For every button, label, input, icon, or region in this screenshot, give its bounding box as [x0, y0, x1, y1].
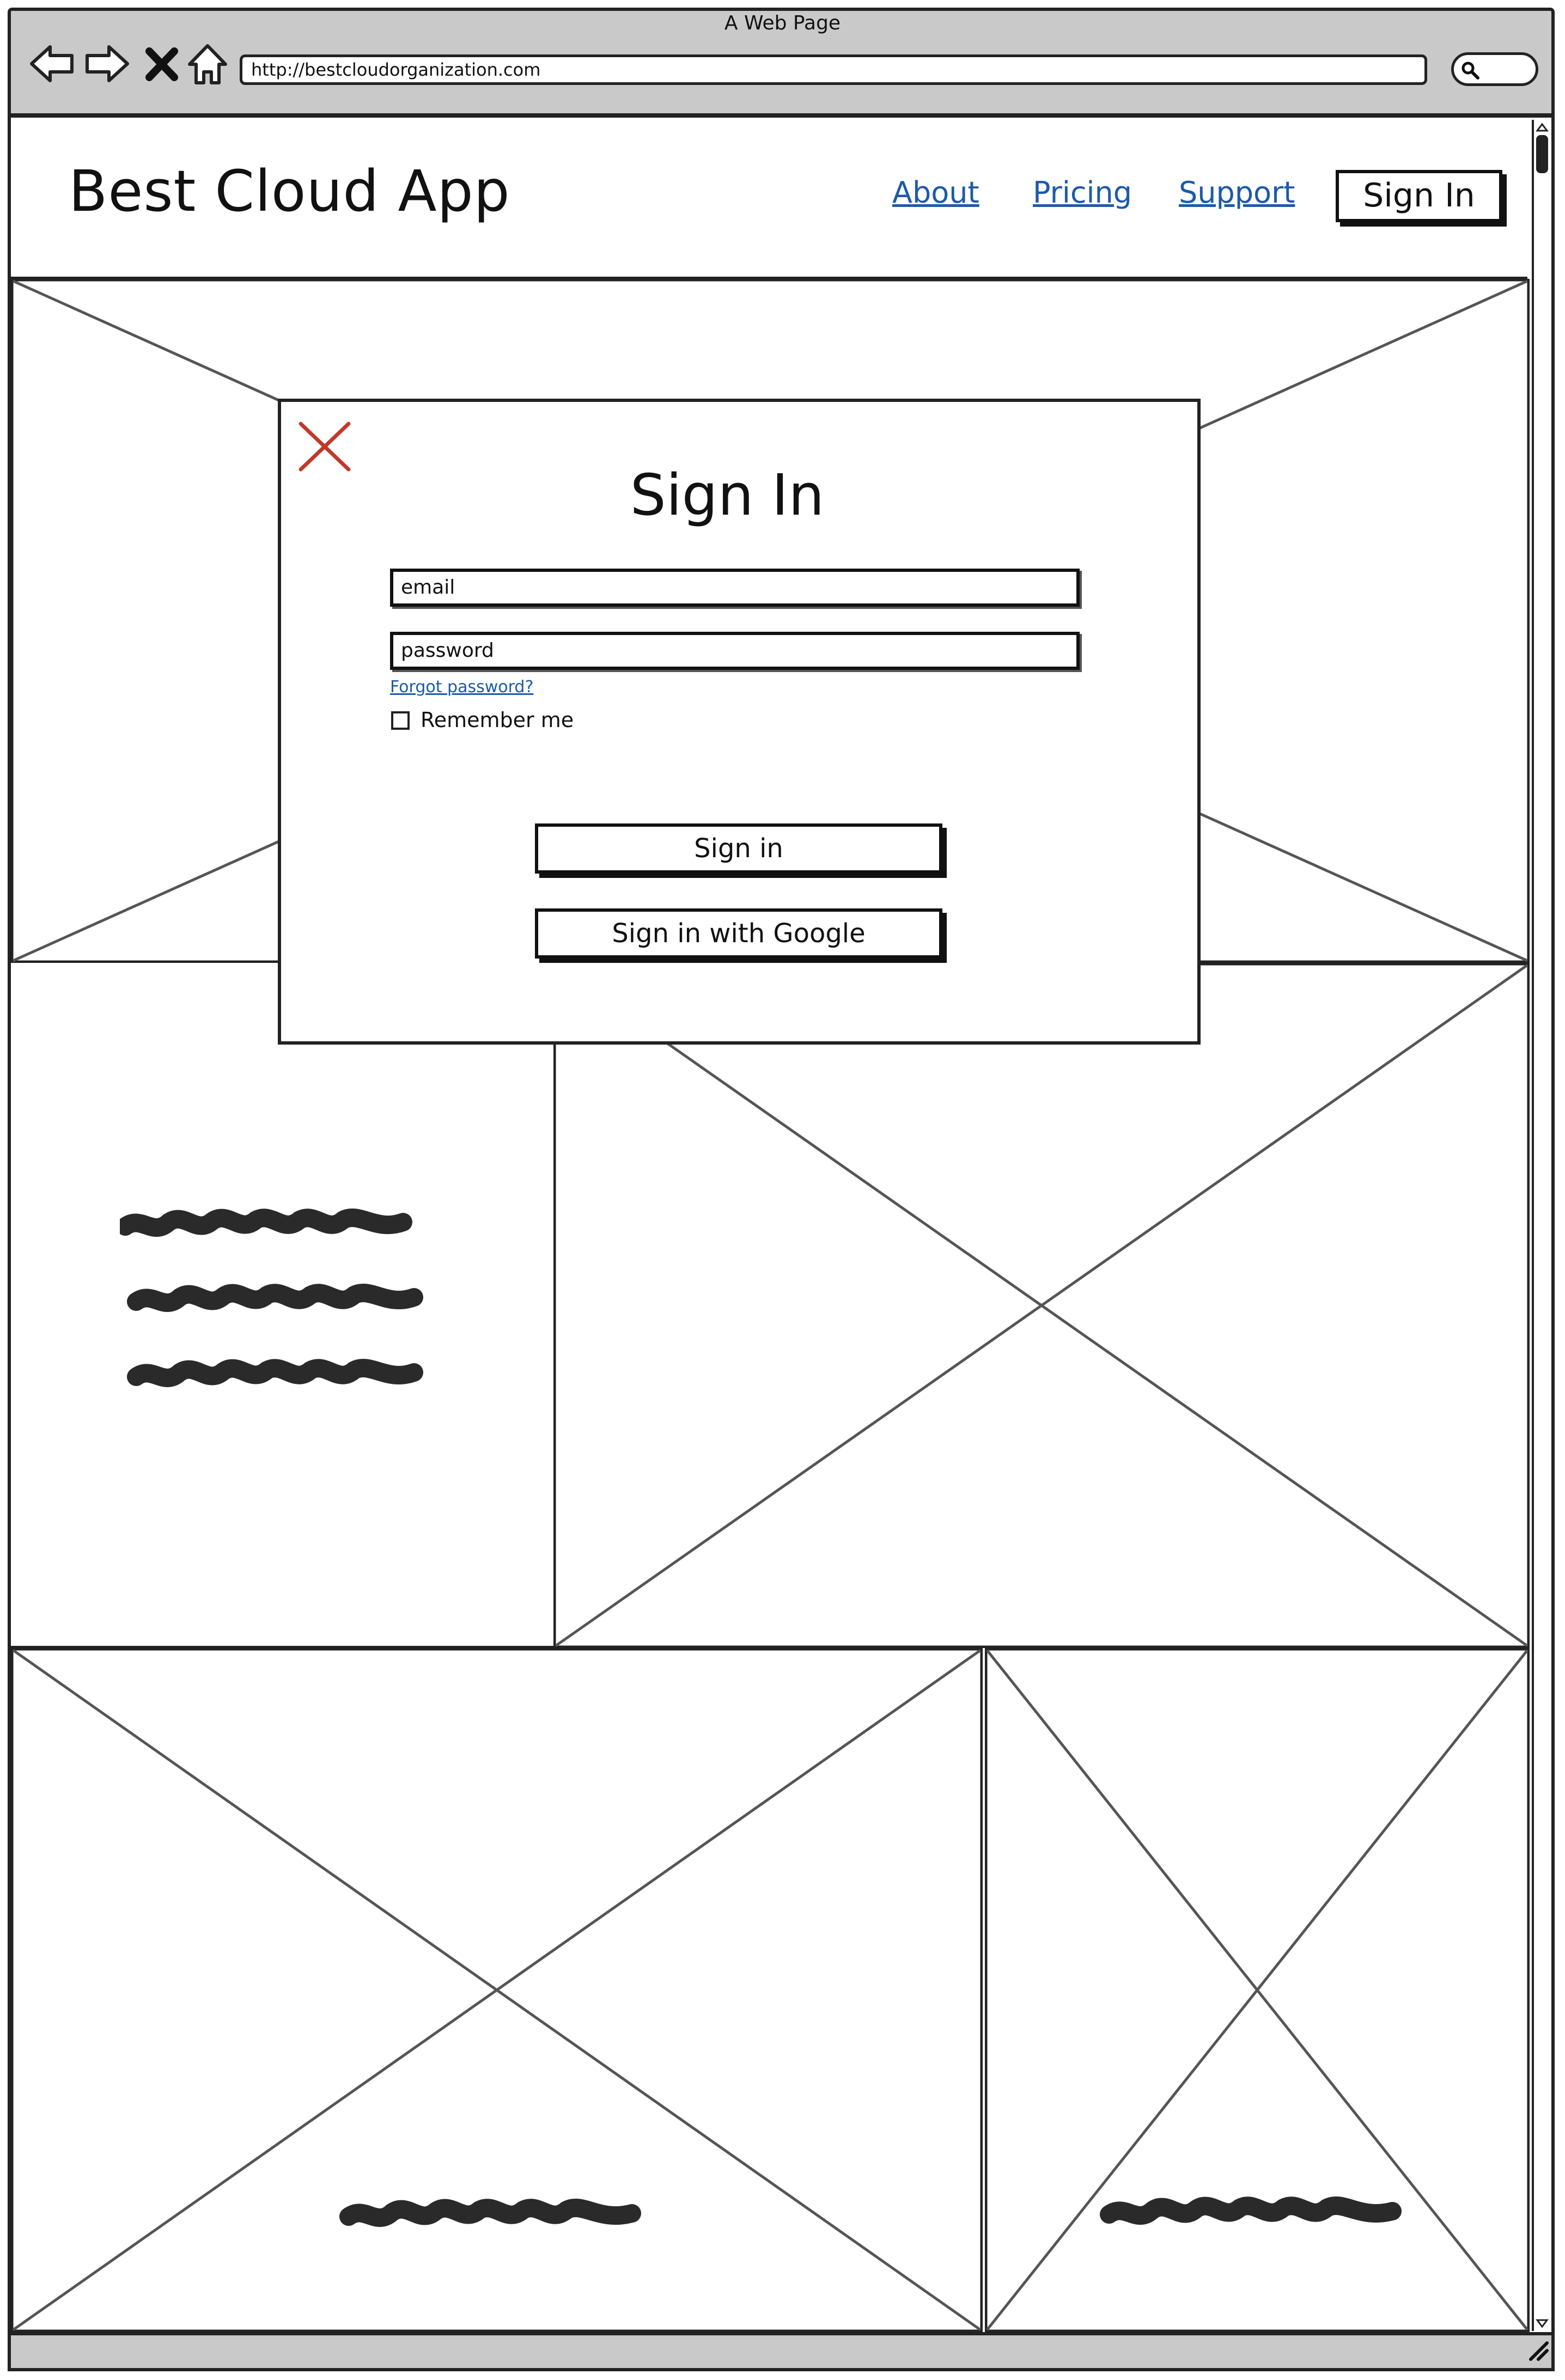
vertical-scrollbar[interactable] — [1532, 120, 1551, 2331]
remember-me-checkbox[interactable] — [391, 711, 410, 730]
url-bar[interactable]: http://bestcloudorganization.com — [240, 54, 1427, 85]
site-title: Best Cloud App — [69, 158, 510, 224]
stop-x-icon[interactable] — [143, 39, 181, 88]
forgot-password-link[interactable]: Forgot password? — [390, 678, 533, 697]
sign-in-button[interactable]: Sign in — [535, 823, 942, 874]
back-arrow-icon[interactable] — [27, 39, 76, 88]
caption-placeholder-right — [1100, 2196, 1402, 2225]
password-field[interactable]: password — [390, 632, 1080, 670]
modal-title: Sign In — [630, 462, 825, 528]
home-icon[interactable] — [183, 39, 232, 88]
caption-placeholder-left — [339, 2199, 641, 2227]
forward-arrow-icon[interactable] — [83, 39, 132, 88]
text-placeholder-block — [120, 1209, 423, 1387]
nav-link-about[interactable]: About — [892, 175, 979, 210]
window-title: A Web Page — [724, 12, 841, 34]
email-field[interactable]: email — [390, 569, 1080, 607]
header-sign-in-button[interactable]: Sign In — [1336, 170, 1502, 222]
sign-in-google-button[interactable]: Sign in with Google — [535, 908, 942, 959]
feature-image-placeholder — [553, 963, 1530, 1648]
resize-grip-icon[interactable] — [1526, 2339, 1550, 2363]
remember-me-label: Remember me — [421, 708, 574, 732]
scroll-up-arrow-icon[interactable] — [1535, 122, 1549, 133]
browser-search-box[interactable] — [1451, 52, 1538, 86]
nav-link-pricing[interactable]: Pricing — [1033, 175, 1132, 210]
scroll-thumb[interactable] — [1536, 135, 1548, 173]
search-icon — [1462, 62, 1479, 80]
nav-link-support[interactable]: Support — [1179, 175, 1295, 210]
status-bar — [8, 2332, 1555, 2371]
scroll-down-arrow-icon[interactable] — [1535, 2318, 1549, 2329]
